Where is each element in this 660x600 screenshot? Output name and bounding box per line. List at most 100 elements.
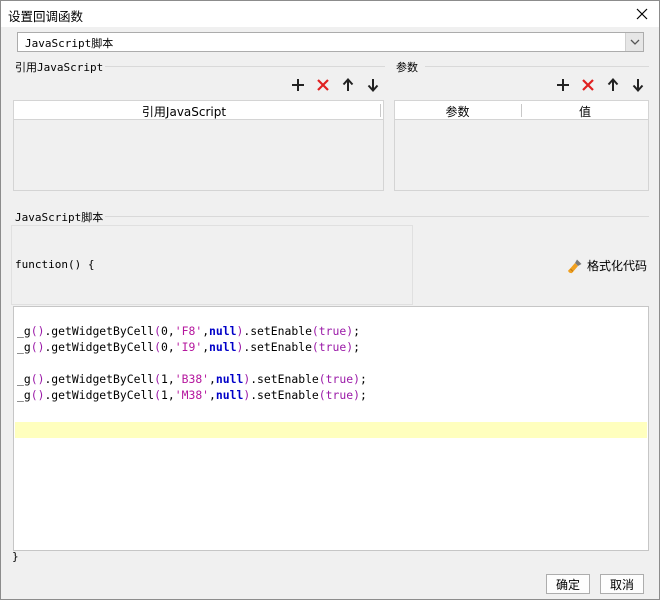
dialog-window: 设置回调函数 JavaScript脚本 引用JavaScript 引用JavaS… [0, 0, 660, 600]
code-token: , [209, 372, 216, 386]
code-token: .getWidgetByCell [44, 324, 155, 338]
code-token: ) [353, 388, 360, 402]
code-token: ( [30, 324, 38, 338]
cancel-button[interactable]: 取消 [600, 574, 644, 594]
code-line[interactable]: _g().getWidgetByCell(1,'B38',null).setEn… [17, 371, 367, 387]
dialog-title: 设置回调函数 [8, 9, 84, 24]
param-value-column-header[interactable]: 值 [522, 103, 648, 120]
ref-move-up-button[interactable] [339, 76, 357, 94]
code-token: true [325, 388, 354, 402]
code-token: 1 [161, 372, 168, 386]
code-line[interactable]: _g().getWidgetByCell(0,'F8',null).setEna… [17, 323, 360, 339]
code-token: ; [353, 340, 360, 354]
code-token: .setEnable [250, 372, 319, 386]
function-header-box: function() { [11, 225, 413, 305]
format-code-button[interactable]: 格式化代码 [567, 257, 647, 274]
param-move-up-button[interactable] [604, 76, 622, 94]
function-close-brace: } [12, 550, 19, 563]
code-token: .setEnable [243, 340, 312, 354]
params-table-header: 参数 值 [395, 101, 648, 120]
function-header: function() { [15, 258, 95, 271]
arrow-up-icon [607, 78, 619, 91]
code-token: 0 [161, 324, 168, 338]
param-delete-button[interactable] [579, 76, 597, 94]
ref-delete-button[interactable] [314, 76, 332, 94]
code-token: _g [17, 324, 31, 338]
code-token: , [167, 388, 175, 402]
delete-icon [582, 79, 594, 91]
code-token: ( [154, 372, 162, 386]
code-line[interactable]: _g().getWidgetByCell(0,'I9',null).setEna… [17, 339, 360, 355]
plus-icon [557, 79, 569, 91]
close-button[interactable] [629, 3, 655, 25]
code-token: 0 [161, 340, 168, 354]
code-token: .setEnable [250, 388, 319, 402]
params-section-label: 参数 [396, 61, 418, 74]
code-token: ; [353, 324, 360, 338]
code-token: .getWidgetByCell [44, 372, 155, 386]
code-token: true [325, 372, 354, 386]
code-token: true [318, 324, 347, 338]
column-separator [380, 104, 381, 117]
code-token: _g [17, 372, 31, 386]
code-token: ( [154, 340, 162, 354]
close-icon [636, 8, 648, 20]
arrow-up-icon [342, 78, 354, 91]
param-move-down-button[interactable] [629, 76, 647, 94]
script-type-select[interactable]: JavaScript脚本 [17, 32, 644, 52]
params-divider [425, 66, 649, 67]
code-token: 'F8' [174, 324, 203, 338]
ref-js-table[interactable]: 引用JavaScript [13, 100, 384, 191]
param-name-column-header[interactable]: 参数 [395, 103, 520, 120]
format-code-label: 格式化代码 [587, 259, 648, 273]
params-table[interactable]: 参数 值 [394, 100, 649, 191]
ref-add-button[interactable] [289, 76, 307, 94]
code-token: 'B38' [174, 372, 210, 386]
code-token: ( [30, 372, 38, 386]
param-add-button[interactable] [554, 76, 572, 94]
script-divider [105, 216, 649, 217]
script-editor[interactable]: _g().getWidgetByCell(0,'F8',null).setEna… [13, 306, 649, 551]
code-token: _g [17, 340, 31, 354]
code-token: 1 [161, 388, 168, 402]
dropdown-arrow[interactable] [625, 33, 643, 51]
ref-js-divider [105, 66, 385, 67]
ref-move-down-button[interactable] [364, 76, 382, 94]
code-token: ; [359, 372, 367, 386]
chevron-down-icon [630, 39, 639, 45]
code-token: ( [154, 388, 162, 402]
code-token: 'M38' [174, 388, 210, 402]
code-token: , [209, 388, 216, 402]
code-token: .getWidgetByCell [44, 388, 155, 402]
ok-button[interactable]: 确定 [546, 574, 590, 594]
brush-icon [568, 259, 582, 273]
code-token: ( [30, 388, 38, 402]
current-line-highlight [15, 422, 647, 438]
script-section-label: JavaScript脚本 [15, 211, 104, 224]
script-type-value: JavaScript脚本 [25, 37, 114, 50]
delete-icon [317, 79, 329, 91]
arrow-down-icon [632, 79, 644, 92]
code-token: ( [30, 340, 38, 354]
plus-icon [292, 79, 304, 91]
code-line[interactable]: _g().getWidgetByCell(1,'M38',null).setEn… [17, 387, 367, 403]
code-token: ( [318, 372, 326, 386]
ref-js-column-header[interactable]: 引用JavaScript [14, 103, 354, 120]
code-token: _g [17, 388, 31, 402]
code-token: null [215, 388, 244, 402]
ref-js-table-header: 引用JavaScript [14, 101, 383, 120]
title-bar: 设置回调函数 [1, 1, 659, 27]
code-token: null [215, 372, 244, 386]
code-token: .setEnable [243, 324, 312, 338]
code-token: , [167, 340, 175, 354]
code-token: , [167, 324, 175, 338]
code-token: ( [318, 388, 326, 402]
code-token: null [209, 324, 237, 338]
code-token: ( [154, 324, 162, 338]
code-token: ) [353, 372, 360, 386]
arrow-down-icon [367, 79, 379, 92]
code-token: null [209, 340, 237, 354]
code-token: , [167, 372, 175, 386]
code-token: .getWidgetByCell [44, 340, 155, 354]
code-token: 'I9' [174, 340, 203, 354]
